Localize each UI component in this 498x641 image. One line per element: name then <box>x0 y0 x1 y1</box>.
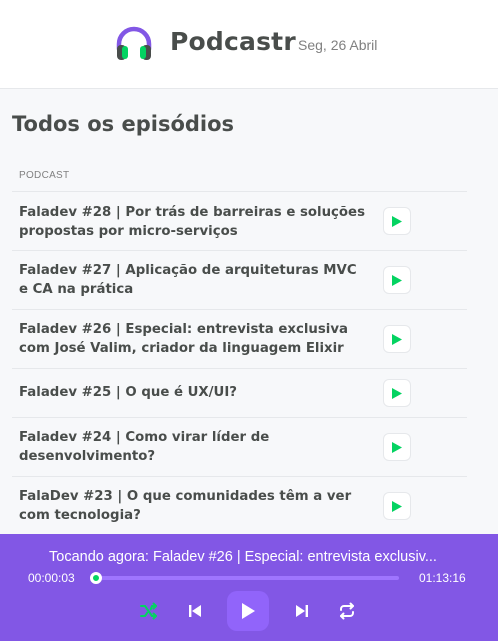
play-icon <box>392 387 402 399</box>
episode-title[interactable]: Faladev #26 | Especial: entrevista exclu… <box>19 320 369 358</box>
play-episode-button[interactable] <box>383 379 411 407</box>
progress-handle[interactable] <box>90 572 103 584</box>
episodes-table: PODCAST Faladev #28 | Por trás de barrei… <box>12 160 467 536</box>
play-icon <box>392 333 402 345</box>
headphones-icon <box>116 26 152 60</box>
audio-player: Tocando agora: Faladev #26 | Especial: e… <box>0 534 498 641</box>
repeat-icon <box>340 602 354 620</box>
play-button[interactable] <box>227 591 269 631</box>
episode-row: Faladev #26 | Especial: entrevista exclu… <box>12 310 467 369</box>
play-episode-button[interactable] <box>383 325 411 353</box>
episode-row: Faladev #28 | Por trás de barreiras e so… <box>12 192 467 251</box>
page-title: Todos os episódios <box>12 112 235 136</box>
episode-title[interactable]: Faladev #24 | Como virar líder de desenv… <box>19 428 369 466</box>
shuffle-button[interactable] <box>138 600 160 622</box>
duration: 01:13:16 <box>419 571 466 585</box>
episode-title[interactable]: FalaDev #23 | O que comunidades têm a ve… <box>19 487 369 525</box>
play-icon <box>392 274 402 286</box>
play-icon <box>392 215 402 227</box>
previous-icon <box>189 605 201 617</box>
play-episode-button[interactable] <box>383 492 411 520</box>
app-brand: Podcastr <box>170 27 296 56</box>
now-playing-text: Tocando agora: Faladev #26 | Especial: e… <box>49 549 437 565</box>
episode-title[interactable]: Faladev #27 | Aplicação de arquiteturas … <box>19 261 369 299</box>
next-button[interactable] <box>291 600 313 622</box>
next-icon <box>296 605 308 617</box>
episode-title[interactable]: Faladev #25 | O que é UX/UI? <box>19 383 369 402</box>
progress-slider[interactable] <box>96 576 399 580</box>
play-icon <box>392 500 402 512</box>
play-icon <box>242 603 255 619</box>
episode-row: Faladev #24 | Como virar líder de desenv… <box>12 418 467 477</box>
play-episode-button[interactable] <box>383 433 411 461</box>
current-date: Seg, 26 Abril <box>298 37 378 53</box>
play-episode-button[interactable] <box>383 207 411 235</box>
shuffle-icon <box>140 602 157 620</box>
episode-row: Faladev #27 | Aplicação de arquiteturas … <box>12 251 467 310</box>
repeat-button[interactable] <box>336 600 358 622</box>
episode-title[interactable]: Faladev #28 | Por trás de barreiras e so… <box>19 203 369 241</box>
episode-row: FalaDev #23 | O que comunidades têm a ve… <box>12 477 467 536</box>
app-header: Podcastr Seg, 26 Abril <box>0 0 498 89</box>
play-episode-button[interactable] <box>383 266 411 294</box>
previous-button[interactable] <box>184 600 206 622</box>
play-icon <box>392 441 402 453</box>
episode-row: Faladev #25 | O que é UX/UI? <box>12 369 467 418</box>
current-time: 00:00:03 <box>28 571 75 585</box>
column-header-podcast: PODCAST <box>12 160 467 192</box>
